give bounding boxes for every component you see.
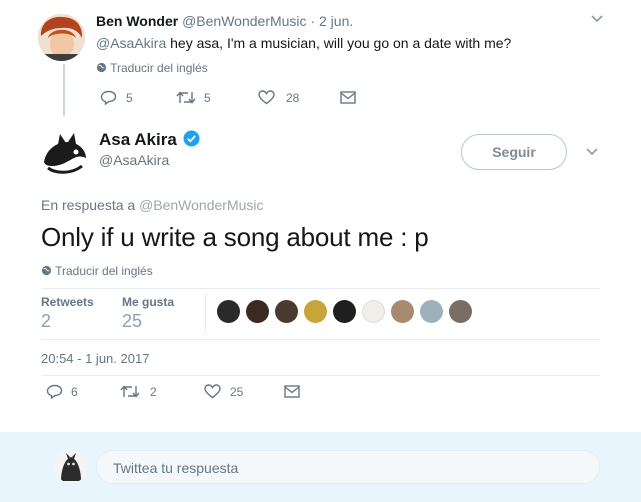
- parent-date[interactable]: 2 jun.: [319, 13, 353, 29]
- reply-input[interactable]: Twittea tu respuesta: [96, 450, 600, 484]
- heart-icon[interactable]: [204, 384, 221, 399]
- liker-avatar[interactable]: [217, 300, 240, 323]
- tweet-actions: 6 2 25: [46, 384, 306, 402]
- reply-count: 6: [71, 385, 78, 399]
- parent-translate[interactable]: Traducir del inglés: [96, 61, 208, 75]
- avatar-asa-akira[interactable]: [38, 128, 90, 180]
- parent-actions: 5 5 28: [100, 89, 360, 107]
- separator: ·: [310, 13, 316, 29]
- stat-likes[interactable]: Me gusta 25: [122, 295, 174, 332]
- parent-author-handle[interactable]: @BenWonderMusic: [182, 13, 306, 29]
- parent-mention[interactable]: @AsaAkira: [96, 35, 166, 51]
- liker-avatar[interactable]: [449, 300, 472, 323]
- parent-translate-label: Traducir del inglés: [110, 61, 208, 75]
- stat-likes-value: 25: [122, 311, 143, 331]
- retweet-icon[interactable]: [120, 384, 140, 399]
- author-name-row: Asa Akira: [99, 130, 200, 150]
- stats-divider-top: [41, 288, 600, 289]
- globe-icon: [96, 62, 107, 73]
- liker-avatar[interactable]: [275, 300, 298, 323]
- follow-button[interactable]: Seguir: [461, 134, 567, 170]
- author-name[interactable]: Asa Akira: [99, 130, 177, 149]
- retweet-count: 2: [150, 385, 157, 399]
- liker-avatar[interactable]: [391, 300, 414, 323]
- parent-body: hey asa, I'm a musician, will you go on …: [170, 35, 512, 51]
- parent-text: @AsaAkira hey asa, I'm a musician, will …: [96, 35, 511, 51]
- stats-vertical-divider: [205, 293, 206, 333]
- chevron-down-icon[interactable]: [590, 14, 604, 24]
- tweet-menu-chevron-icon[interactable]: [585, 147, 599, 157]
- in-reply-mention[interactable]: @BenWonderMusic: [139, 197, 263, 213]
- liker-avatar[interactable]: [362, 300, 385, 323]
- like-count: 25: [230, 385, 244, 399]
- tweet-translate[interactable]: Traducir del inglés: [41, 264, 153, 278]
- tweet-timestamp[interactable]: 20:54 - 1 jun. 2017: [41, 351, 149, 366]
- reply-placeholder: Twittea tu respuesta: [113, 460, 239, 476]
- message-icon[interactable]: [284, 385, 300, 398]
- in-reply-to: En respuesta a @BenWonderMusic: [41, 197, 264, 213]
- verified-icon: [183, 130, 200, 147]
- stat-likes-label: Me gusta: [122, 295, 175, 309]
- reply-icon[interactable]: [46, 384, 63, 399]
- stat-retweets[interactable]: Retweets 2: [41, 295, 94, 332]
- message-icon[interactable]: [340, 91, 356, 104]
- globe-icon: [41, 265, 52, 276]
- stat-retweets-label: Retweets: [41, 295, 94, 309]
- composer-avatar: [55, 451, 87, 483]
- in-reply-prefix: En respuesta a: [41, 197, 136, 213]
- parent-like-count: 28: [286, 91, 300, 105]
- thread-line: [63, 64, 65, 116]
- retweet-icon[interactable]: [176, 90, 196, 105]
- tweet-text: Only if u write a song about me : p: [41, 222, 429, 252]
- parent-header: Ben Wonder @BenWonderMusic · 2 jun.: [96, 13, 353, 29]
- parent-author-name[interactable]: Ben Wonder: [96, 13, 178, 29]
- author-handle[interactable]: @AsaAkira: [99, 152, 169, 168]
- stat-retweets-value: 2: [41, 311, 52, 331]
- liker-avatar[interactable]: [420, 300, 443, 323]
- avatar-ben-wonder[interactable]: [38, 14, 85, 61]
- liker-avatar[interactable]: [333, 300, 356, 323]
- parent-reply-count: 5: [126, 91, 133, 105]
- stats-divider-bottom: [41, 339, 600, 340]
- tweet-translate-label: Traducir del inglés: [55, 264, 153, 278]
- stats-divider-actions: [41, 375, 600, 376]
- liker-avatar[interactable]: [304, 300, 327, 323]
- parent-retweet-count: 5: [204, 91, 211, 105]
- liker-avatar[interactable]: [246, 300, 269, 323]
- heart-icon[interactable]: [258, 90, 275, 105]
- reply-icon[interactable]: [100, 90, 117, 105]
